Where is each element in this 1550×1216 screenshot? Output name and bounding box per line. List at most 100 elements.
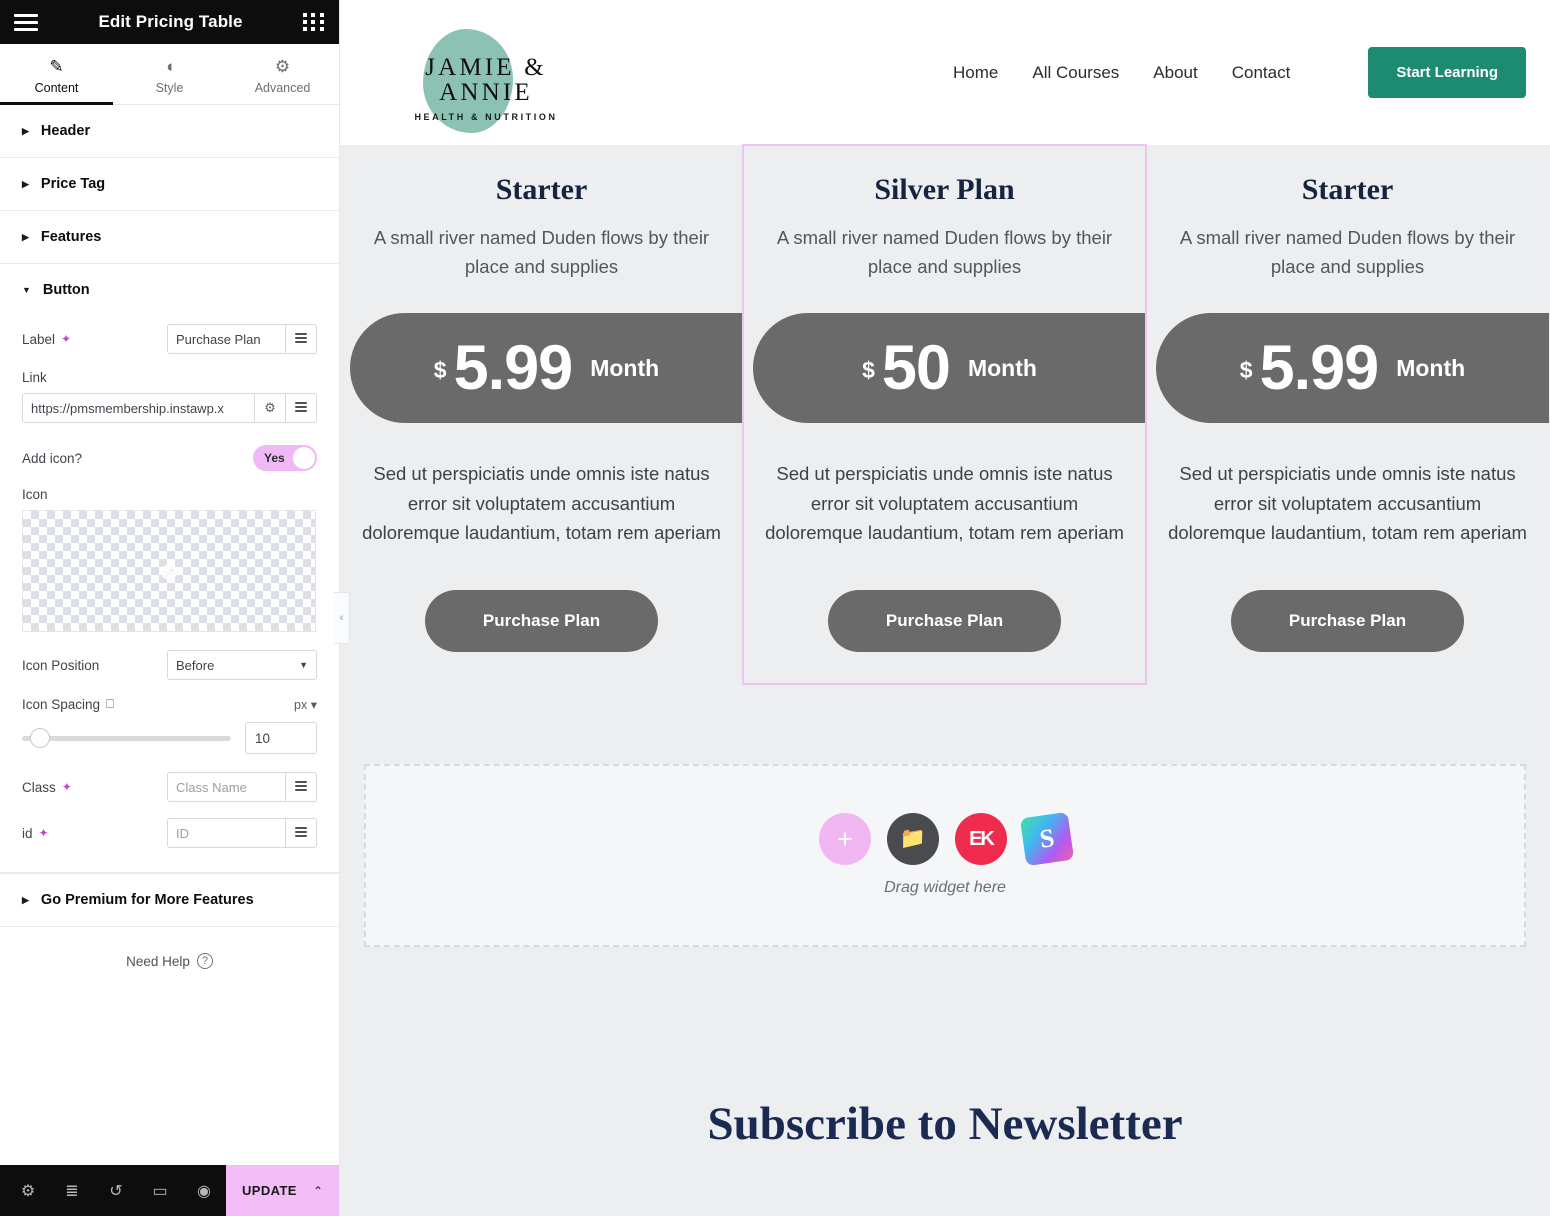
tab-advanced[interactable]: ⚙ Advanced	[226, 44, 339, 104]
pricing-card-2[interactable]: Silver Plan A small river named Duden fl…	[742, 144, 1147, 685]
icon-spacing-row: Icon Spacing ⎕ px ▾	[22, 696, 317, 712]
toggle-knob	[293, 447, 315, 469]
settings-icon[interactable]: ⚙	[6, 1165, 50, 1216]
preview-icon[interactable]: ◉	[182, 1165, 226, 1216]
price-period: Month	[967, 354, 1037, 381]
accordion-button: ▼ Button Label ✦ Purchase Plan Link http…	[0, 264, 339, 873]
class-input[interactable]	[167, 772, 286, 802]
dynamic-tag-sparkle-icon[interactable]: ✦	[39, 826, 49, 840]
class-dynamic-tag-button[interactable]	[286, 772, 317, 802]
label-field-label: Label ✦	[22, 331, 72, 347]
class-field-group	[167, 772, 317, 802]
class-control-row: Class ✦	[22, 772, 317, 802]
class-field-label: Class ✦	[22, 779, 72, 795]
price-amount: 5.99	[1259, 332, 1380, 403]
link-input[interactable]	[22, 393, 255, 423]
nav-item-home[interactable]: Home	[953, 63, 998, 83]
hamburger-icon[interactable]	[14, 13, 38, 31]
history-icon[interactable]: ↺	[94, 1165, 138, 1216]
icon-spacing-input[interactable]	[245, 722, 317, 754]
shortcode-icon[interactable]: S	[1019, 812, 1075, 867]
id-control-row: id ✦	[22, 818, 317, 848]
folder-icon[interactable]: 📁	[887, 813, 939, 866]
editor-root: Edit Pricing Table ✎ Content ◖ Style ⚙ A…	[0, 0, 1550, 1216]
desktop-icon[interactable]: ⎕	[106, 696, 114, 712]
tab-content-label: Content	[34, 81, 79, 95]
layers-icon[interactable]: ≣	[50, 1165, 94, 1216]
chevron-down-icon: ▼	[22, 284, 31, 295]
section-price-tag-toggle[interactable]: ▶ Price Tag	[0, 158, 339, 210]
panel-title: Edit Pricing Table	[98, 12, 243, 31]
drop-zone-icons: + 📁 EK S	[819, 812, 1075, 867]
price-amount: 5.99	[453, 332, 574, 403]
need-help-link[interactable]: Need Help ?	[0, 927, 339, 995]
section-go-premium-toggle[interactable]: ▶ Go Premium for More Features	[0, 874, 339, 926]
purchase-plan-button[interactable]: Purchase Plan	[1230, 589, 1465, 652]
add-icon-toggle-value: Yes	[264, 451, 285, 465]
label-input[interactable]	[167, 324, 286, 354]
section-price-tag-label: Price Tag	[40, 176, 106, 192]
pricing-card-subtitle: A small river named Duden flows by their…	[776, 227, 1113, 278]
id-field-group	[167, 818, 317, 848]
price-period: Month	[1396, 354, 1466, 381]
icon-spacing-slider-row	[22, 722, 317, 754]
chevron-right-icon: ▶	[22, 894, 29, 905]
site-logo[interactable]: JAMIE & ANNIE HEALTH & NUTRITION	[366, 13, 586, 133]
id-input[interactable]	[167, 818, 286, 848]
add-icon-control-row: Add icon? Yes	[22, 445, 317, 471]
gear-icon: ⚙	[274, 57, 291, 76]
section-header-label: Header	[40, 123, 91, 139]
link-field-label: Link	[22, 370, 47, 385]
link-dynamic-tag-button[interactable]	[286, 393, 317, 423]
label-dynamic-tag-button[interactable]	[286, 324, 317, 354]
pricing-card-3[interactable]: Starter A small river named Duden flows …	[1146, 145, 1549, 684]
update-button[interactable]: UPDATE ⌃	[226, 1165, 339, 1216]
pricing-card-subtitle: A small river named Duden flows by their…	[373, 227, 710, 278]
dynamic-tag-sparkle-icon[interactable]: ✦	[62, 780, 72, 794]
need-help-label: Need Help	[126, 953, 190, 969]
nav-item-about[interactable]: About	[1153, 63, 1197, 83]
tab-content[interactable]: ✎ Content	[0, 44, 113, 105]
price-currency: $	[1239, 356, 1253, 383]
id-field-label: id ✦	[22, 825, 49, 841]
icon-spacing-unit[interactable]: px ▾	[294, 697, 317, 712]
slider-handle[interactable]	[30, 728, 50, 748]
purchase-plan-button[interactable]: Purchase Plan	[827, 589, 1062, 652]
update-button-label: UPDATE	[242, 1183, 297, 1198]
chevron-right-icon: ▶	[22, 125, 29, 136]
nav-item-all-courses[interactable]: All Courses	[1032, 63, 1119, 83]
pencil-icon: ✎	[49, 57, 64, 76]
logo-text: JAMIE & ANNIE HEALTH & NUTRITION	[386, 55, 586, 122]
label-control-row: Label ✦	[22, 324, 317, 354]
icon-position-select[interactable]: Before ▼	[167, 650, 317, 680]
drop-zone-label: Drag widget here	[884, 879, 1006, 897]
section-button-toggle[interactable]: ▼ Button	[0, 264, 339, 316]
drag-widget-drop-zone[interactable]: + 📁 EK S Drag widget here	[364, 763, 1526, 947]
id-dynamic-tag-button[interactable]	[286, 818, 317, 848]
pricing-card-1[interactable]: Starter A small river named Duden flows …	[340, 145, 743, 684]
nav-item-contact[interactable]: Contact	[1232, 63, 1291, 83]
add-icon-toggle[interactable]: Yes	[253, 445, 317, 471]
section-header-toggle[interactable]: ▶ Header	[0, 105, 339, 157]
icon-spacing-slider[interactable]	[22, 728, 231, 748]
grid-icon[interactable]	[303, 13, 325, 31]
icon-preview-box[interactable]: ☻	[22, 510, 316, 632]
section-features-toggle[interactable]: ▶ Features	[0, 211, 339, 263]
tab-style-label: Style	[155, 81, 184, 95]
purchase-plan-button[interactable]: Purchase Plan	[424, 589, 659, 652]
panel-tabs: ✎ Content ◖ Style ⚙ Advanced	[0, 44, 339, 105]
chevron-right-icon: ▶	[22, 231, 29, 242]
start-learning-button[interactable]: Start Learning	[1368, 47, 1526, 98]
add-widget-icon[interactable]: +	[819, 813, 871, 866]
tab-style[interactable]: ◖ Style	[113, 44, 226, 104]
responsive-icon[interactable]: ▭	[138, 1165, 182, 1216]
price-currency: $	[433, 356, 447, 383]
link-options-button[interactable]: ⚙	[255, 393, 286, 423]
panel-collapse-handle[interactable]: ‹	[334, 592, 350, 644]
pricing-card-body: Sed ut perspiciatis unde omnis iste natu…	[362, 463, 721, 544]
pricing-card-subtitle: A small river named Duden flows by their…	[1179, 227, 1516, 278]
pricing-card-title: Starter	[495, 173, 588, 206]
dynamic-tag-sparkle-icon[interactable]: ✦	[61, 332, 71, 346]
chevron-up-icon[interactable]: ⌃	[313, 1184, 323, 1198]
elementskit-icon[interactable]: EK	[955, 813, 1007, 866]
